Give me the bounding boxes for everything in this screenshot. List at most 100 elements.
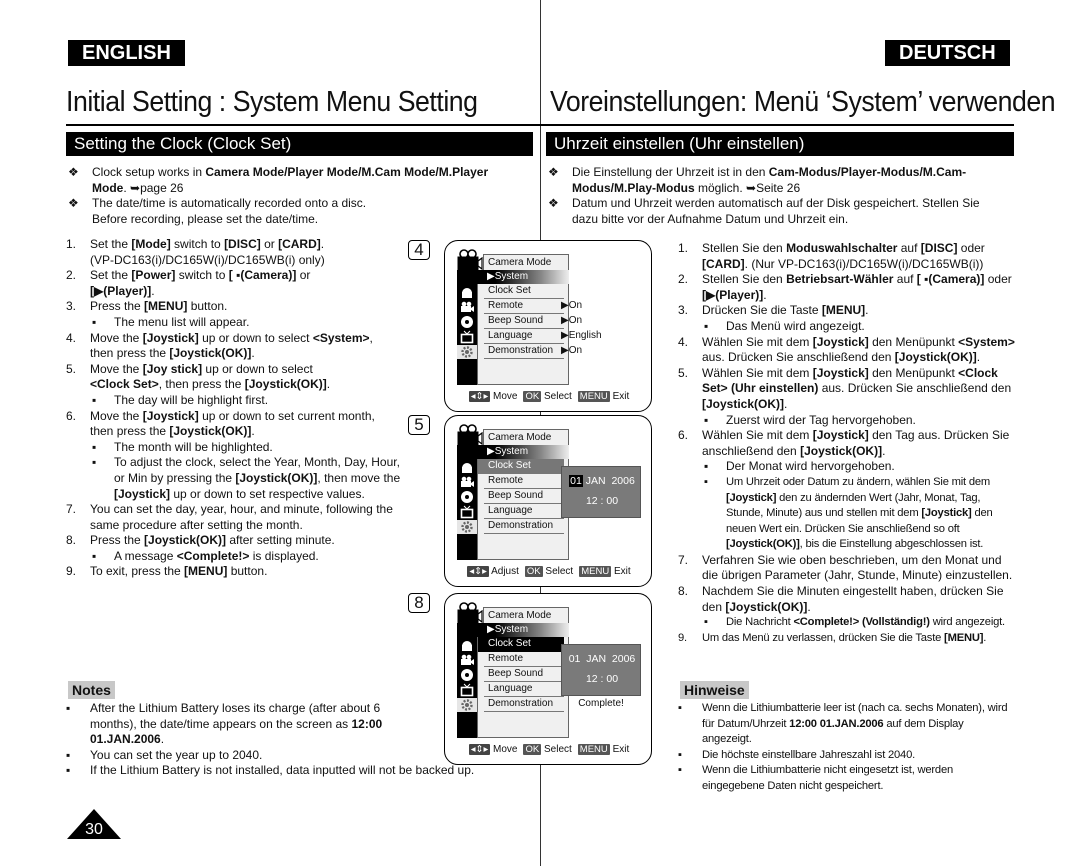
movie-camera-icon — [460, 653, 474, 667]
menu-item-value: ▶On — [561, 300, 583, 311]
step-6-note: ▪ Der Monat wird hervorgehoben. — [704, 459, 895, 474]
menu-mode-title: Camera Mode — [483, 607, 569, 623]
notes-english: ▪ After the Lithium Battery loses its ch… — [66, 701, 506, 779]
step-3: 3. Press the [MENU] button. — [66, 299, 228, 314]
photo-icon — [460, 285, 474, 299]
ok-hint: OK Select — [523, 744, 572, 755]
ok-key-icon: OK — [524, 566, 543, 577]
square-bullet-icon: ▪ — [704, 459, 709, 474]
clock-date: 01 JAN 2006 — [562, 475, 642, 487]
note-item: ▪ After the Lithium Battery loses its ch… — [66, 701, 383, 747]
note-item: ▪ Wenn die Lithiumbatterie nicht eingese… — [678, 763, 1016, 794]
camera-mode-icon — [457, 424, 483, 446]
month-field[interactable]: JAN — [586, 475, 606, 487]
menu-item-list: Clock Set Remote Beep Sound Language Demonst… — [477, 459, 569, 560]
intro-deutsch: ❖ Die Einstellung der Uhrzeit ist in den… — [548, 165, 1008, 227]
menu-item[interactable]: Remote — [484, 652, 564, 667]
step-7: 7. Verfahren Sie wie oben beschrieben, u… — [678, 552, 1013, 583]
menu-item[interactable]: Clock Set — [478, 459, 564, 474]
menu-mode-title: Camera Mode — [483, 254, 569, 270]
menu-hint: MENU Exit — [577, 744, 630, 755]
step-4: 4. Move the [Joystick] up or down to sel… — [66, 330, 373, 361]
player-mode-label: [▶(Player)] — [90, 283, 152, 298]
step-number-label: 5 — [408, 415, 430, 435]
square-bullet-icon: ▪ — [92, 392, 97, 407]
square-bullet-icon: ▪ — [92, 548, 97, 563]
photo-icon — [460, 460, 474, 474]
note-item: ▪ Die höchste einstellbare Jahreszahl is… — [678, 748, 1016, 764]
disc-icon — [460, 668, 474, 682]
menu-item[interactable]: Clock Set — [478, 637, 564, 652]
step-9: 9. To exit, press the [MENU] button. — [66, 564, 268, 579]
step-5: 5. Move the [Joy stick] up or down to se… — [66, 361, 331, 392]
square-bullet-icon: ▪ — [92, 455, 97, 470]
section-heading-deutsch: Uhrzeit einstellen (Uhr einstellen) — [546, 132, 1014, 156]
camera-mode-icon — [457, 249, 483, 271]
step-6-note: ▪ The month will be highlighted. — [92, 439, 273, 454]
square-bullet-icon: ▪ — [678, 764, 682, 777]
menu-item[interactable]: Beep Sound — [484, 489, 564, 504]
menu-hint: MENU Exit — [577, 391, 630, 402]
step-9: 9. Um das Menü zu verlassen, drücken Sie… — [678, 631, 987, 644]
menu-section-system[interactable]: ▶System — [477, 270, 569, 284]
menu-mode-title: Camera Mode — [483, 429, 569, 445]
step-1: 1. Stellen Sie den Moduswahlschalter auf… — [678, 241, 985, 271]
step-4: 4. Wählen Sie mit dem [Joystick] den Men… — [678, 334, 1015, 365]
step-5-note: ▪ The day will be highlight first. — [92, 392, 269, 407]
menu-item[interactable]: Remote — [484, 474, 564, 489]
title-rule — [66, 124, 1014, 126]
page-title-english: Initial Setting : System Menu Setting — [66, 86, 478, 118]
step-2: 2. Stellen Sie den Betriebsart-Wähler au… — [678, 272, 1012, 302]
menu-item[interactable]: Language — [484, 504, 564, 519]
menu-item[interactable]: Beep Sound — [484, 314, 564, 329]
page-title-deutsch: Voreinstellungen: Menü ‘System’ verwende… — [550, 86, 1056, 118]
notes-label-deutsch: Hinweise — [680, 681, 749, 699]
year-field[interactable]: 2006 — [611, 475, 634, 487]
camcorder-screen-step-5: Camera Mode ▶System Clock Set Remote Beep So… — [444, 415, 652, 587]
step-7: 7. You can set the day, year, hour, and … — [66, 502, 393, 532]
arrow-right-icon: ▶ — [561, 300, 569, 311]
arrow-right-icon: ▶ — [487, 446, 495, 457]
menu-panel: Camera Mode ▶System Clock Set Remote Beep So… — [457, 424, 569, 560]
camcorder-screen-step-4: Camera Mode ▶System Clock Set Remote Beep So… — [444, 240, 652, 412]
step-number-label: 8 — [408, 593, 430, 613]
clock-time[interactable]: 12 : 00 — [562, 495, 642, 507]
diamond-bullet-icon: ❖ — [68, 196, 79, 211]
day-field[interactable]: 01 — [569, 475, 583, 487]
menu-section-system[interactable]: ▶System — [477, 445, 569, 459]
menu-key-icon: MENU — [577, 391, 610, 402]
menu-item[interactable]: Beep Sound — [484, 667, 564, 682]
menu-item[interactable]: Demonstration — [484, 697, 564, 712]
intro-item: ❖ Die Einstellung der Uhrzeit ist in den… — [548, 165, 967, 195]
menu-key-icon: MENU — [577, 744, 610, 755]
menu-item[interactable]: Language — [484, 682, 564, 697]
gear-icon — [457, 698, 477, 712]
joystick-arrows-icon: ◂⇕▸ — [468, 744, 491, 755]
camera-mode-icon — [457, 602, 483, 624]
screen-footer: ◂⇕▸ Move OK Select MENU Exit — [445, 391, 653, 403]
menu-item[interactable]: Remote — [484, 299, 564, 314]
step-3-note: ▪ Das Menü wird angezeigt. — [704, 318, 865, 333]
menu-item[interactable]: Demonstration — [484, 519, 564, 534]
menu-key-icon: MENU — [579, 566, 612, 577]
clock-time[interactable]: 12 : 00 — [562, 673, 642, 685]
menu-item[interactable]: Demonstration — [484, 344, 564, 359]
menu-section-system[interactable]: ▶System — [477, 623, 569, 637]
step-6-note: ▪ To adjust the clock, select the Year, … — [92, 455, 401, 501]
camera-mode-label: [ ▪(Camera)] — [228, 268, 297, 283]
menu-item[interactable]: Language — [484, 329, 564, 344]
tv-icon — [460, 505, 474, 519]
square-bullet-icon: ▪ — [66, 747, 71, 762]
intro-item: ❖ Datum und Uhrzeit werden automatisch a… — [548, 196, 980, 226]
clock-display: 01 JAN 2006 12 : 00 — [561, 644, 641, 696]
step-6: 6. Move the [Joystick] up or down to set… — [66, 408, 375, 439]
diamond-bullet-icon: ❖ — [548, 165, 559, 179]
camcorder-screen-step-8: Camera Mode ▶System Clock Set Remote Beep So… — [444, 593, 652, 765]
menu-item[interactable]: Clock Set — [484, 284, 564, 299]
clock-date: 01 JAN 2006 — [568, 653, 636, 665]
step-2: 2. Set the [Power] switch to [ ▪(Camera)… — [66, 268, 311, 298]
intro-item: ❖ Clock setup works in Camera Mode/Playe… — [68, 165, 489, 195]
joystick-arrows-icon: ◂⇕▸ — [468, 391, 491, 402]
diamond-bullet-icon: ❖ — [548, 196, 559, 211]
gear-icon — [457, 345, 477, 359]
